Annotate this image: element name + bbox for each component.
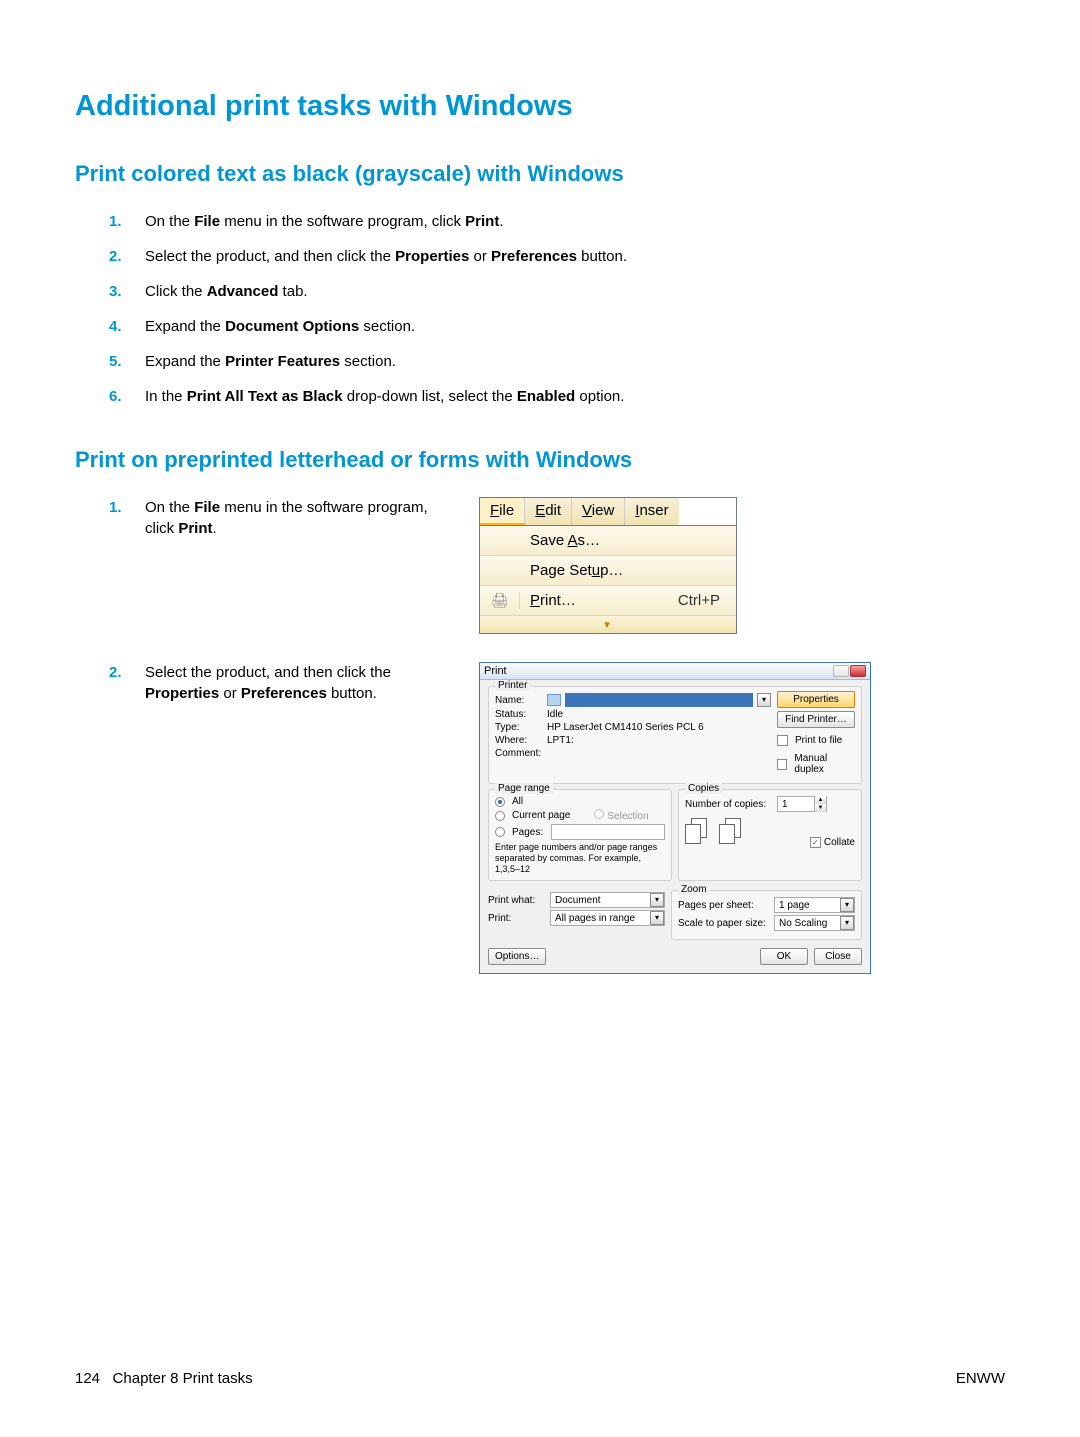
name-label: Name: (495, 695, 543, 706)
section2-title: Print on preprinted letterhead or forms … (75, 447, 1005, 473)
list-item: 3.Click the Advanced tab. (109, 281, 1005, 302)
page-number: 124 (75, 1370, 100, 1387)
type-label: Type: (495, 722, 543, 733)
shortcut-label: Ctrl+P (678, 592, 736, 609)
list-item: 5.Expand the Printer Features section. (109, 351, 1005, 372)
pages-input[interactable] (551, 824, 665, 840)
print-to-file-checkbox[interactable] (777, 735, 788, 746)
dialog-title: Print (484, 665, 507, 677)
status-label: Status: (495, 709, 543, 720)
list-item: 6.In the Print All Text as Black drop-do… (109, 386, 1005, 407)
printer-icon: 🖨 (480, 592, 520, 609)
radio-current[interactable] (495, 811, 505, 821)
collate-illustration (719, 818, 749, 848)
list-item: 2.Select the product, and then click the… (109, 246, 1005, 267)
section1-steps: 1.On the File menu in the software progr… (109, 211, 1005, 407)
page-footer: 124 Chapter 8 Print tasks ENWW (75, 1370, 1005, 1387)
radio-pages-label: Pages: (512, 827, 543, 838)
ok-button[interactable]: OK (760, 948, 808, 965)
comment-label: Comment: (495, 748, 543, 759)
print-dialog-screenshot: Print Printer Name: (479, 662, 871, 974)
chevron-down-icon[interactable]: ▾ (840, 916, 854, 930)
properties-button[interactable]: Properties (777, 691, 855, 708)
menu-item-saveas[interactable]: Save As… (480, 526, 736, 556)
list-item: 2. Select the product, and then click th… (109, 662, 439, 704)
scale-label: Scale to paper size: (678, 918, 770, 929)
group-label: Page range (495, 783, 553, 794)
expand-icon[interactable]: ▾ (480, 616, 736, 633)
print-select[interactable]: All pages in range▾ (550, 910, 665, 926)
chapter-label: Chapter 8 Print tasks (113, 1370, 253, 1387)
list-item: 1.On the File menu in the software progr… (109, 211, 1005, 232)
pps-label: Pages per sheet: (678, 900, 770, 911)
printwhat-label: Print what: (488, 895, 546, 906)
help-icon[interactable] (833, 665, 849, 677)
list-item: 4.Expand the Document Options section. (109, 316, 1005, 337)
pps-select[interactable]: 1 page▾ (774, 897, 855, 913)
brand-label: ENWW (956, 1370, 1005, 1387)
radio-current-label: Current page (512, 810, 570, 821)
print-label: Print: (488, 913, 546, 924)
numcopies-label: Number of copies: (685, 799, 773, 810)
group-label: Printer (495, 680, 530, 691)
list-item: 1. On the File menu in the software prog… (109, 497, 439, 539)
section1-title: Print colored text as black (grayscale) … (75, 161, 1005, 187)
radio-pages[interactable] (495, 827, 505, 837)
collate-checkbox[interactable]: ✓ (810, 837, 821, 848)
print-to-file-label: Print to file (795, 735, 842, 746)
manual-duplex-checkbox[interactable] (777, 759, 787, 770)
printwhat-select[interactable]: Document▾ (550, 892, 665, 908)
menu-insert[interactable]: Inser (625, 498, 678, 525)
where-value: LPT1: (547, 735, 574, 746)
menu-file[interactable]: File (480, 498, 525, 525)
radio-all-label: All (512, 796, 523, 807)
status-value: Idle (547, 709, 563, 720)
menu-view[interactable]: View (572, 498, 625, 525)
printer-icon (547, 694, 561, 706)
pages-hint: Enter page numbers and/or page ranges se… (495, 842, 665, 874)
printer-name-select[interactable] (565, 693, 753, 707)
chevron-down-icon[interactable]: ▾ (650, 893, 664, 907)
close-icon[interactable] (850, 665, 866, 677)
page-title: Additional print tasks with Windows (75, 90, 1005, 123)
chevron-down-icon[interactable]: ▾ (757, 693, 771, 707)
chevron-down-icon[interactable]: ▾ (650, 911, 664, 925)
group-label: Copies (685, 783, 722, 794)
scale-select[interactable]: No Scaling▾ (774, 915, 855, 931)
menu-edit[interactable]: Edit (525, 498, 572, 525)
collate-illustration (685, 818, 715, 848)
menu-item-print[interactable]: 🖨 Print… Ctrl+P (480, 586, 736, 616)
group-label: Zoom (678, 884, 710, 895)
find-printer-button[interactable]: Find Printer… (777, 711, 855, 728)
where-label: Where: (495, 735, 543, 746)
menu-item-pagesetup[interactable]: Page Setup… (480, 556, 736, 586)
numcopies-stepper[interactable]: 1▲▼ (777, 796, 827, 812)
type-value: HP LaserJet CM1410 Series PCL 6 (547, 722, 704, 733)
close-button[interactable]: Close (814, 948, 862, 965)
radio-selection[interactable] (594, 809, 604, 819)
radio-all[interactable] (495, 797, 505, 807)
manual-duplex-label: Manual duplex (794, 753, 855, 775)
file-menu-screenshot: File Edit View Inser Save As… Page Setup… (479, 497, 737, 634)
options-button[interactable]: Options… (488, 948, 546, 965)
collate-label: Collate (824, 837, 855, 848)
chevron-down-icon[interactable]: ▾ (840, 898, 854, 912)
radio-selection-label: Selection (607, 811, 648, 822)
